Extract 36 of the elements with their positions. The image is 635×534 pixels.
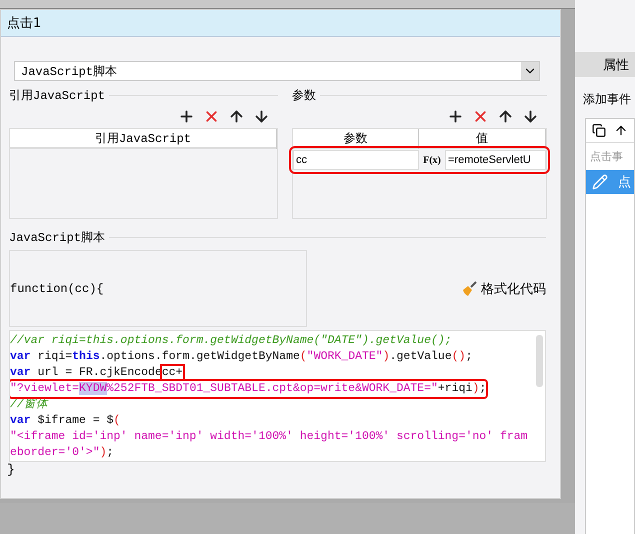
code-line: eborder='0'>"); bbox=[10, 445, 115, 461]
window-title: 点击1 bbox=[1, 10, 560, 37]
parameter-value[interactable]: =remoteServletU bbox=[445, 150, 546, 170]
broom-icon bbox=[461, 280, 477, 296]
code-line: var riqi=this.options.form.getWidgetByName("WORK_DATE").getValue(); bbox=[10, 349, 474, 365]
code-line: "<iframe id='inp' name='inp' width='100%' height='100%' scrolling='no' fram bbox=[10, 429, 529, 445]
scrollbar[interactable] bbox=[536, 335, 543, 387]
parameter-name[interactable]: cc bbox=[293, 150, 419, 170]
code-line: var url = FR.cjkEncode cc+ bbox=[10, 365, 184, 381]
move-down-icon[interactable] bbox=[253, 108, 270, 125]
pencil-icon[interactable] bbox=[592, 174, 608, 190]
column-header: 参数 bbox=[293, 129, 419, 149]
side-heading: 添加事件 bbox=[582, 91, 632, 108]
code-line: "?viewlet=KYDW%252FTB_SBDT01_SUBTABLE.cpt&op=write&WORK_DATE="+riqi); bbox=[10, 381, 486, 397]
move-down-icon[interactable] bbox=[522, 108, 539, 125]
function-closing: } bbox=[7, 462, 16, 477]
section-label: 参数 bbox=[292, 88, 316, 104]
action-type-select[interactable]: JavaScript脚本 bbox=[14, 61, 540, 81]
up-icon[interactable] bbox=[614, 123, 628, 138]
column-header: 值 bbox=[419, 129, 546, 149]
column-header: 引用JavaScript bbox=[10, 129, 277, 149]
parameter-row[interactable]: cc F(x) =remoteServletU bbox=[293, 150, 546, 170]
copy-icon[interactable] bbox=[592, 123, 606, 138]
side-tab[interactable]: 属性 bbox=[575, 52, 635, 77]
add-icon[interactable] bbox=[447, 108, 464, 125]
section-label: JavaScript脚本 bbox=[9, 230, 106, 246]
formula-button[interactable]: F(x) bbox=[419, 150, 445, 170]
move-up-icon[interactable] bbox=[228, 108, 245, 125]
code-line: var $iframe = $( bbox=[10, 413, 122, 429]
move-up-icon[interactable] bbox=[497, 108, 514, 125]
format-code-button[interactable]: 格式化代码 bbox=[461, 280, 546, 298]
code-line: //var riqi=this.options.form.getWidgetByName("DATE").getValue(); bbox=[10, 333, 453, 349]
add-icon[interactable] bbox=[178, 108, 195, 125]
section-label: 引用JavaScript bbox=[9, 88, 106, 104]
function-signature: function(cc){ bbox=[10, 282, 104, 296]
code-editor[interactable] bbox=[9, 330, 546, 462]
